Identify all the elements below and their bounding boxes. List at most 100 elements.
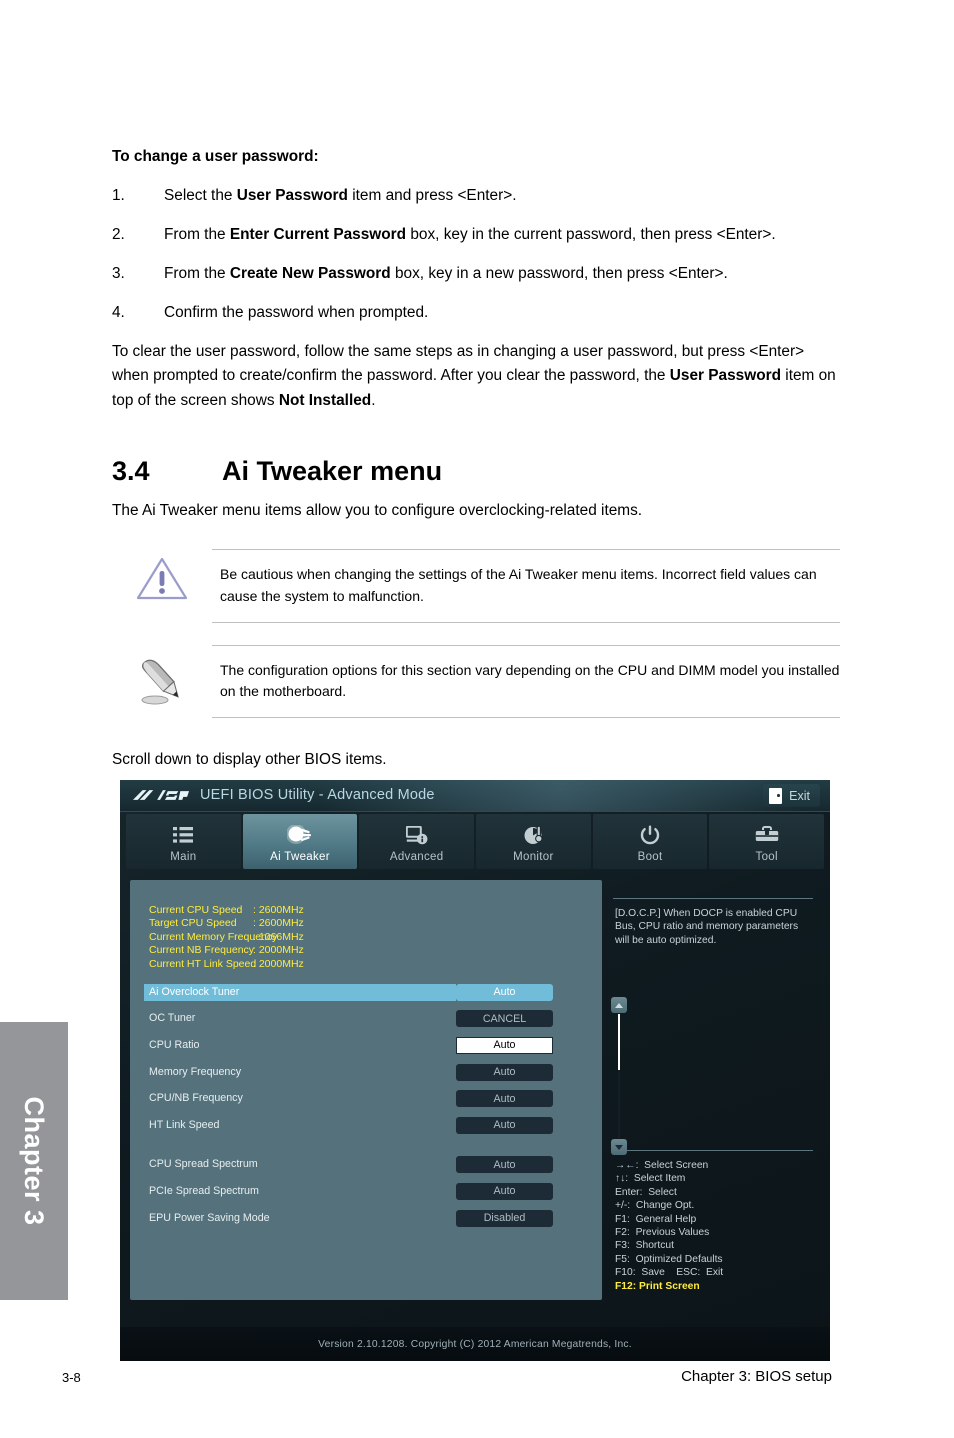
footer-chapter-label: Chapter 3: BIOS setup (681, 1368, 832, 1385)
sysinfo-value: : 2000MHz (253, 957, 304, 970)
advanced-icon (405, 825, 428, 845)
info-note-text: The configuration options for this secti… (212, 644, 840, 719)
pencil-icon (141, 659, 179, 705)
setting-label: HT Link Speed (149, 1118, 220, 1131)
exit-button-label: Exit (789, 788, 810, 803)
list-item-text: Select the User Password item and press … (164, 184, 840, 209)
setting-row-ai-overclock-tuner[interactable]: Ai Overclock Tuner Auto (144, 979, 594, 1006)
tab-tool-label: Tool (755, 851, 778, 863)
section-title: Ai Tweaker menu (222, 455, 443, 486)
help-description: [D.O.C.P.] When DOCP is enabled CPU Bus,… (615, 908, 799, 946)
bios-screenshot: UEFI BIOS Utility - Advanced Mode Exit M… (120, 780, 830, 1361)
warning-triangle-icon (136, 558, 188, 600)
key-legend-item: F2: Previous Values (615, 1227, 710, 1239)
system-info-block: Current CPU Speed : 2600MHz Target CPU S… (149, 904, 304, 971)
setting-value[interactable]: Auto (456, 1090, 553, 1108)
step2-post: box, key in the current password, then p… (406, 225, 776, 243)
setting-value[interactable]: Auto (456, 1182, 553, 1200)
help-divider-top (613, 898, 813, 899)
setting-value[interactable]: CANCEL (456, 1010, 553, 1028)
step1-bold: User Password (236, 187, 348, 204)
setting-value[interactable]: Auto (456, 983, 553, 1001)
setting-row-memory-frequency[interactable]: Memory Frequency Auto (144, 1059, 594, 1086)
sysinfo-key: Target CPU Speed (149, 917, 237, 930)
tab-main[interactable]: Main (126, 814, 241, 869)
step4-pre: Confirm the password when prompted. (164, 303, 429, 321)
list-item: 1. Select the User Password item and pre… (112, 184, 840, 209)
setting-row-cpu-ratio[interactable]: CPU Ratio Auto (144, 1032, 594, 1059)
tab-advanced-label: Advanced (389, 851, 444, 863)
setting-row-cpu-nb-frequency[interactable]: CPU/NB Frequency Auto (144, 1085, 594, 1112)
caution-note-text: Be cautious when changing the settings o… (212, 549, 840, 623)
step3-post: box, key in a new password, then press <… (390, 264, 728, 282)
clear-para-bold-1: User Password (669, 367, 781, 385)
setting-value-input[interactable]: Auto (456, 1036, 553, 1054)
setting-row-oc-tuner[interactable]: OC Tuner CANCEL (144, 1006, 594, 1033)
list-item-text: From the Create New Password box, key in… (164, 262, 840, 287)
power-icon (640, 825, 660, 845)
setting-value[interactable]: Disabled (456, 1209, 553, 1227)
key-legend-item: Enter: Select (615, 1186, 677, 1198)
step1-post: item and press <Enter>. (347, 187, 517, 204)
info-note: The configuration options for this secti… (112, 644, 840, 719)
step2-pre: From the (164, 225, 230, 243)
setting-value[interactable]: Auto (456, 1156, 553, 1174)
page-number: 3-8 (62, 1370, 81, 1385)
bios-version-text: Version 2.10.1208. Copyright (C) 2012 Am… (318, 1338, 632, 1350)
section-heading: 3.4 Ai Tweaker menu (112, 456, 840, 487)
key-legend-item: +/-: Change Opt. (615, 1200, 695, 1212)
setting-value[interactable]: Auto (456, 1063, 553, 1081)
list-item-text: From the Enter Current Password box, key… (164, 223, 840, 248)
pencil-icon-wrap (112, 645, 212, 718)
bios-nav-tabs: Main Ai Tweaker Advanced Monitor Boot To… (120, 812, 830, 869)
step3-bold: Create New Password (229, 264, 391, 282)
setting-row-epu-power-saving-mode[interactable]: EPU Power Saving Mode Disabled (144, 1205, 594, 1232)
key-legend-item-print-screen: F12: Print Screen (615, 1280, 700, 1292)
setting-row-ht-link-speed[interactable]: HT Link Speed Auto (144, 1112, 594, 1139)
tab-tool[interactable]: Tool (709, 814, 825, 869)
sysinfo-key: Current HT Link Speed (149, 957, 257, 970)
tab-ai-tweaker[interactable]: Ai Tweaker (242, 814, 358, 869)
clear-para-bold-2: Not Installed (278, 392, 372, 410)
setting-label: CPU/NB Frequency (149, 1092, 243, 1105)
section-intro: The Ai Tweaker menu items allow you to c… (112, 501, 643, 519)
caution-note: Be cautious when changing the settings o… (112, 549, 840, 623)
section-number: 3.4 (112, 455, 150, 486)
setting-label: CPU Spread Spectrum (149, 1158, 258, 1171)
setting-label: Ai Overclock Tuner (144, 983, 456, 1001)
chapter-tab-label: Chapter 3 (19, 1096, 50, 1226)
tab-monitor[interactable]: Monitor (476, 814, 591, 869)
setting-row-pcie-spread-spectrum[interactable]: PCIe Spread Spectrum Auto (144, 1178, 594, 1205)
scroll-hint: Scroll down to display other BIOS items. (112, 751, 387, 769)
bios-footer: Version 2.10.1208. Copyright (C) 2012 Am… (120, 1327, 830, 1361)
exit-button[interactable]: Exit (763, 784, 820, 807)
step1-pre: Select the (164, 187, 237, 204)
setting-row-cpu-spread-spectrum[interactable]: CPU Spread Spectrum Auto (144, 1152, 594, 1179)
list-item: 3. From the Create New Password box, key… (112, 262, 840, 287)
settings-list: Ai Overclock Tuner Auto OC Tuner CANCEL … (144, 979, 594, 1231)
monitor-icon (522, 825, 544, 845)
tab-boot[interactable]: Boot (592, 814, 708, 869)
bios-title: UEFI BIOS Utility - Advanced Mode (200, 787, 435, 803)
key-legend-item: ↑↓: Select Item (615, 1173, 686, 1185)
setting-label: CPU Ratio (149, 1038, 200, 1051)
settings-spacer (144, 1139, 594, 1152)
setting-value[interactable]: Auto (456, 1116, 553, 1134)
bios-content: Current CPU Speed : 2600MHz Target CPU S… (126, 872, 824, 1307)
system-info-row: Current Memory Frequency : 1066MHz (149, 931, 304, 944)
tab-advanced[interactable]: Advanced (359, 814, 475, 869)
setting-label: OC Tuner (149, 1012, 196, 1025)
toolbox-icon (755, 825, 779, 845)
password-section-heading: To change a user password: (112, 148, 319, 165)
clear-password-paragraph: To clear the user password, follow the s… (112, 340, 840, 414)
setting-label: PCIe Spread Spectrum (149, 1184, 259, 1197)
sysinfo-key: Current NB Frequency (149, 944, 255, 957)
asus-logo-icon (132, 790, 190, 800)
list-icon (173, 825, 194, 845)
bios-titlebar: UEFI BIOS Utility - Advanced Mode Exit (120, 780, 830, 812)
key-legend-item: F5: Optimized Defaults (615, 1253, 723, 1265)
key-legend: →←: Select Screen ↑↓: Select Item Enter:… (615, 1159, 723, 1293)
tab-ai-tweaker-label: Ai Tweaker (270, 851, 330, 863)
key-legend-item: →←: Select Screen (615, 1160, 709, 1171)
tab-main-label: Main (170, 851, 197, 863)
